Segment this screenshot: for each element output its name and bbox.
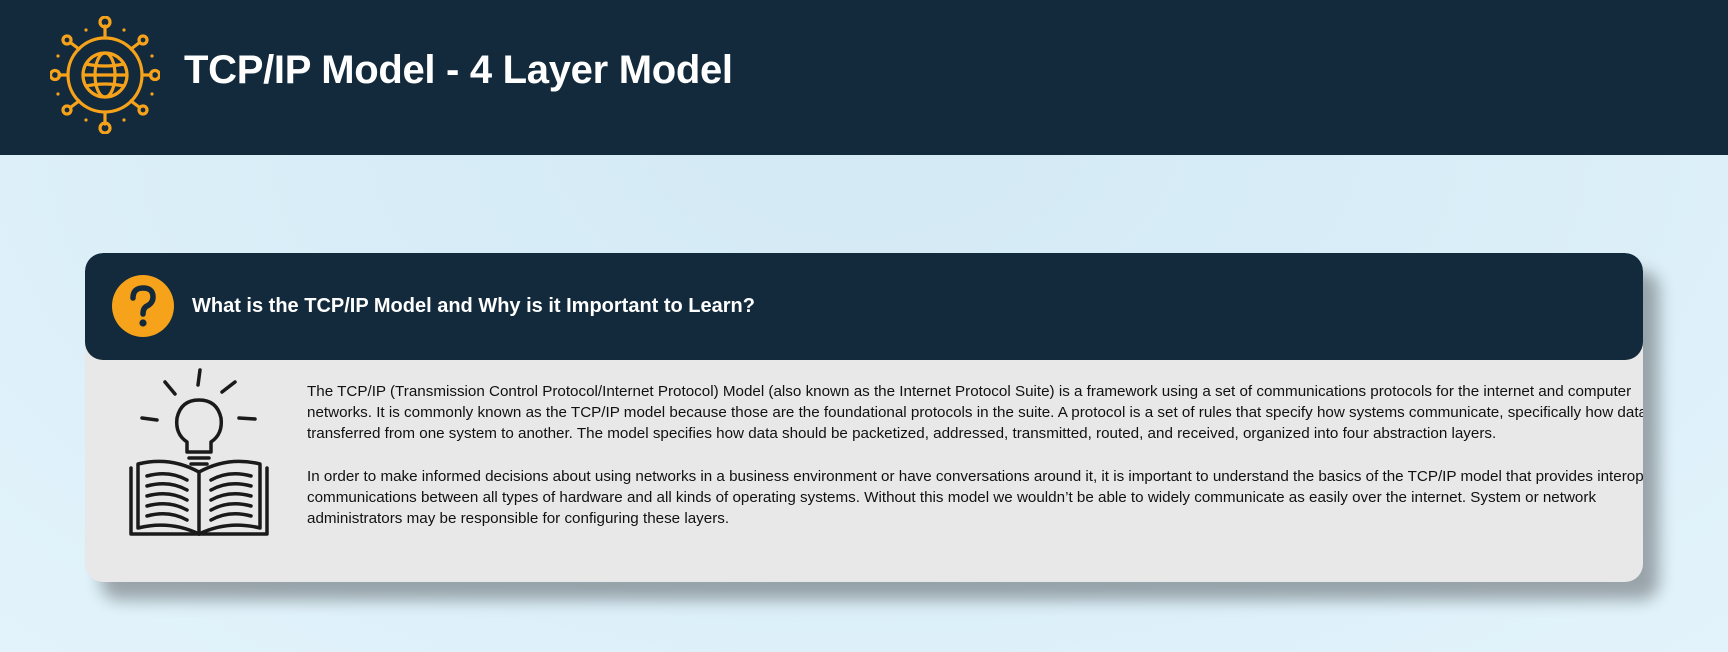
- book-lightbulb-icon: [129, 368, 269, 536]
- paragraph-importance: In order to make informed decisions abou…: [307, 467, 1643, 528]
- page-title: TCP/IP Model - 4 Layer Model: [184, 48, 733, 92]
- card-header: What is the TCP/IP Model and Why is it I…: [85, 253, 1643, 360]
- question-mark-icon: [112, 275, 174, 337]
- header-bar: TCP/IP Model - 4 Layer Model: [0, 0, 1728, 155]
- card-title: What is the TCP/IP Model and Why is it I…: [192, 295, 755, 317]
- paragraph-definition: The TCP/IP (Transmission Control Protoco…: [307, 383, 1643, 443]
- network-globe-icon: [50, 16, 160, 134]
- info-card: What is the TCP/IP Model and Why is it I…: [85, 253, 1643, 582]
- card-body: The TCP/IP (Transmission Control Protoco…: [307, 381, 1643, 529]
